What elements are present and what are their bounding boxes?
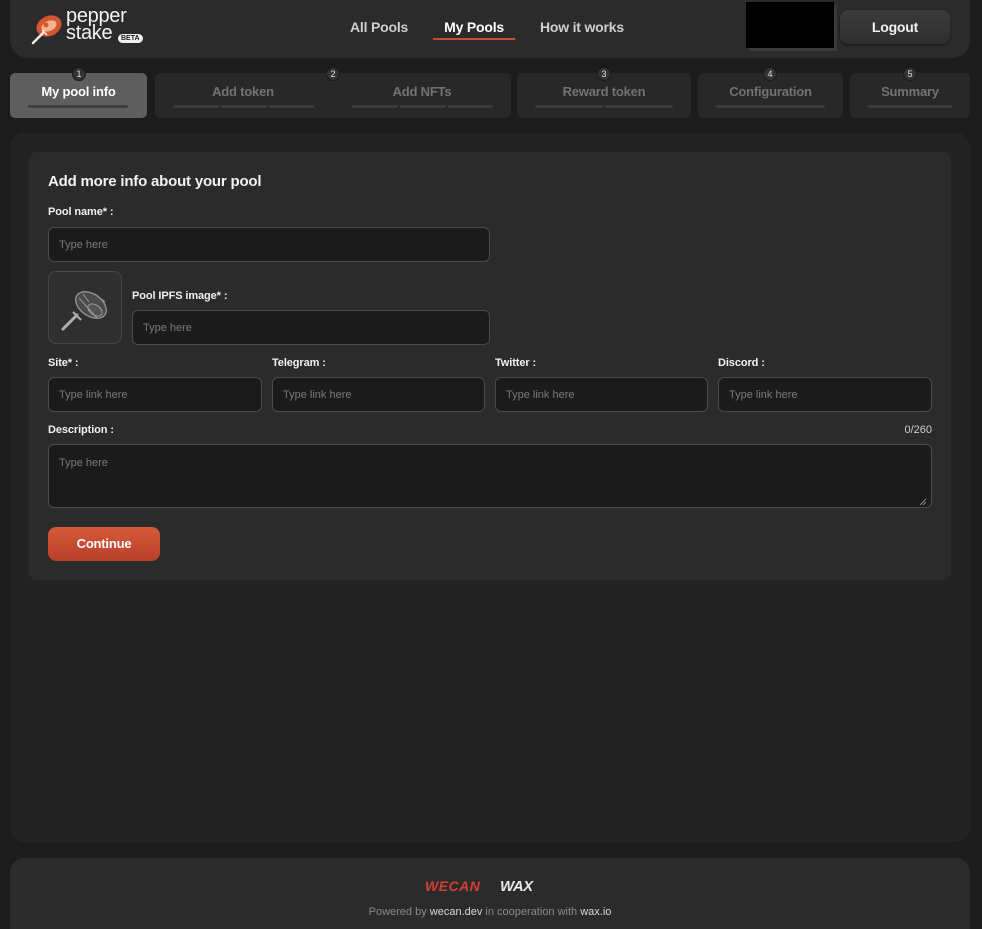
step-progress-bar xyxy=(352,105,398,108)
step-progress-bar xyxy=(448,105,493,108)
site-label: Site* : xyxy=(48,357,79,369)
step-my-pool-info[interactable]: 1 My pool info xyxy=(10,67,147,118)
step-number: 4 xyxy=(763,67,777,81)
powered-mid: in cooperation with xyxy=(482,906,581,918)
pool-info-form: Add more info about your pool Pool name*… xyxy=(29,152,951,580)
step-label: My pool info xyxy=(41,84,116,99)
continue-button[interactable]: Continue xyxy=(48,527,160,561)
wax-link[interactable]: wax.io xyxy=(580,906,611,918)
telegram-label: Telegram : xyxy=(272,357,326,369)
top-header: pepper stake BETA All Pools My Pools How… xyxy=(10,0,970,58)
step-add-nfts[interactable]: Add NFTs xyxy=(333,73,511,118)
wax-logo[interactable]: WAX xyxy=(500,878,533,895)
discord-label: Discord : xyxy=(718,357,765,369)
powered-by-text: Powered by wecan.dev in cooperation with… xyxy=(10,906,970,918)
site-input[interactable] xyxy=(48,377,262,412)
step-label: Add token xyxy=(212,84,274,99)
pool-image-input[interactable] xyxy=(132,310,490,345)
step-summary[interactable]: 5 Summary xyxy=(850,67,970,118)
step-progress-bar xyxy=(868,105,952,108)
main-nav: All Pools My Pools How it works xyxy=(350,0,660,58)
step-configuration[interactable]: 4 Configuration xyxy=(698,67,843,118)
logout-button[interactable]: Logout xyxy=(840,10,950,44)
step-progress-bar xyxy=(716,105,825,108)
description-label: Description : xyxy=(48,424,114,436)
account-box[interactable] xyxy=(746,2,834,48)
twitter-label: Twitter : xyxy=(495,357,537,369)
wecan-link[interactable]: wecan.dev xyxy=(430,906,483,918)
discord-input[interactable] xyxy=(718,377,932,412)
step-progress-bar xyxy=(269,105,314,108)
description-char-counter: 0/260 xyxy=(904,424,932,436)
powered-prefix: Powered by xyxy=(368,906,430,918)
step-number: 1 xyxy=(72,67,86,81)
wecan-logo[interactable]: WECAN xyxy=(425,878,480,894)
step-progress-bar xyxy=(173,105,219,108)
pepper-steak-icon xyxy=(31,15,62,45)
step-tokens-nfts-group: Add token 2 Add NFTs xyxy=(155,67,511,118)
step-label: Add NFTs xyxy=(392,84,452,99)
twitter-input[interactable] xyxy=(495,377,708,412)
step-number: 3 xyxy=(597,67,611,81)
nav-all-pools[interactable]: All Pools xyxy=(350,0,408,58)
nav-my-pools[interactable]: My Pools xyxy=(433,0,515,58)
page-footer: WECAN WAX Powered by wecan.dev in cooper… xyxy=(10,858,970,929)
pepper-steak-placeholder-icon xyxy=(61,291,107,331)
telegram-input[interactable] xyxy=(272,377,485,412)
pool-image-label: Pool IPFS image* : xyxy=(132,290,228,302)
pool-name-input[interactable] xyxy=(48,227,490,262)
step-progress-bar xyxy=(400,105,446,108)
step-number: 5 xyxy=(903,67,917,81)
step-reward-token[interactable]: 3 Reward token xyxy=(517,67,691,118)
step-label: Summary xyxy=(881,84,939,99)
beta-badge: BETA xyxy=(118,34,143,43)
main-panel: Add more info about your pool Pool name*… xyxy=(10,133,970,842)
form-title: Add more info about your pool xyxy=(48,173,262,190)
step-add-token[interactable]: Add token xyxy=(155,73,331,118)
step-progress-bar xyxy=(28,105,128,108)
pool-image-preview xyxy=(48,271,122,344)
pepperstake-logo[interactable]: pepper stake BETA xyxy=(30,6,150,48)
nav-how-it-works[interactable]: How it works xyxy=(540,0,624,58)
step-label: Reward token xyxy=(562,84,646,99)
step-label: Configuration xyxy=(729,84,812,99)
description-textarea[interactable] xyxy=(48,444,932,508)
step-progress-bar xyxy=(221,105,267,108)
wizard-steps: 1 My pool info Add token 2 Add NFTs 3 Re… xyxy=(0,67,982,118)
step-progress-bar xyxy=(605,105,673,108)
step-progress-bar xyxy=(535,105,603,108)
pool-name-label: Pool name* : xyxy=(48,206,114,218)
resize-grip-icon[interactable] xyxy=(919,498,927,506)
